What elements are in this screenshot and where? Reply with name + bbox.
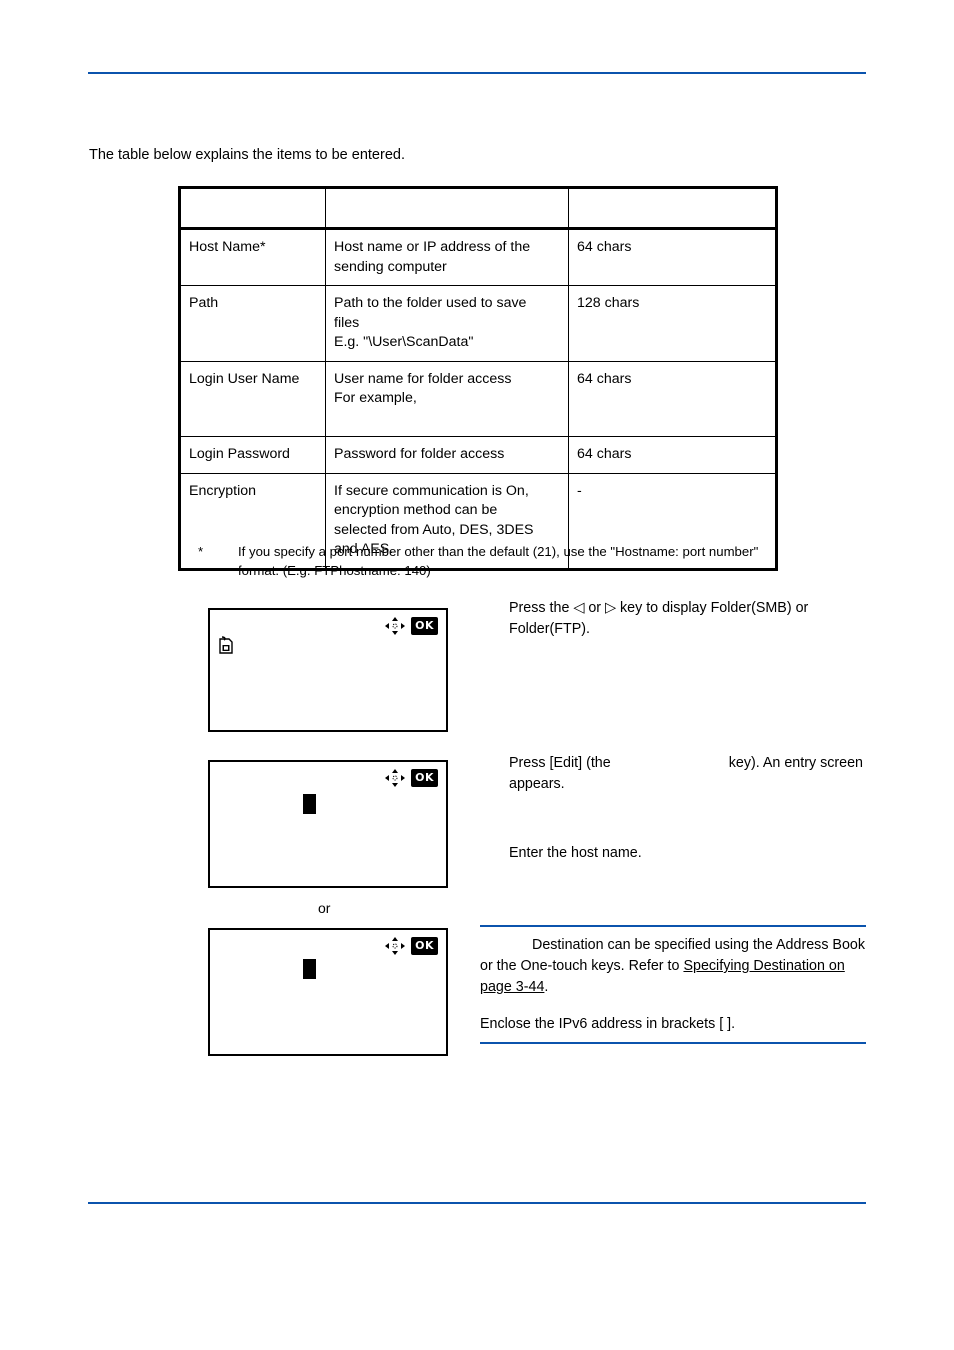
cell-item: Login User Name bbox=[178, 360, 326, 437]
note-link-suffix: . bbox=[544, 979, 549, 995]
or-separator-label: or bbox=[318, 900, 331, 916]
arrow-keys-icon bbox=[385, 769, 406, 787]
lcd-screen-1: OK bbox=[208, 608, 448, 732]
cell-detail-line: Host name or IP address of the bbox=[334, 239, 531, 255]
footnote-text: If you specify a port number other than … bbox=[238, 544, 759, 578]
text-cursor-block bbox=[303, 794, 316, 814]
table-row: Login User Name User name for folder acc… bbox=[178, 360, 778, 437]
cell-detail-line: encryption method can be bbox=[334, 502, 498, 518]
cell-detail-line: files bbox=[334, 314, 360, 331]
page-footer-rule bbox=[88, 1202, 866, 1204]
table-footnote: * If you specify a port number other tha… bbox=[198, 543, 778, 580]
lcd-screen-2: OK bbox=[208, 760, 448, 888]
cell-detail-line: For example, bbox=[334, 390, 417, 406]
cell-limit: 128 chars bbox=[568, 285, 778, 362]
ok-badge-1: OK bbox=[411, 617, 438, 635]
table-row: Path Path to the folder used to save fil… bbox=[178, 285, 778, 362]
step-2-instruction: Press [Edit] (the key). An entry screen a… bbox=[509, 753, 879, 795]
intro-paragraph: The table below explains the items to be… bbox=[89, 147, 405, 163]
note-second-text: Enclose the IPv6 address in brackets [ ]… bbox=[480, 1016, 736, 1032]
cell-detail-spacer bbox=[334, 409, 560, 429]
cell-detail-line: If secure communication is On, bbox=[334, 482, 529, 499]
lcd-indicator-group-3: OK bbox=[385, 937, 438, 955]
cell-limit: 64 chars bbox=[568, 228, 778, 286]
ok-badge-3: OK bbox=[411, 937, 438, 955]
table-header-detail bbox=[325, 186, 569, 230]
step-2-instruction-before: Press [Edit] (the bbox=[509, 755, 611, 771]
cell-detail-line: E.g. "\User\ScanData" bbox=[334, 334, 474, 350]
table-row: Login Password Password for folder acces… bbox=[178, 436, 778, 474]
cell-detail: Host name or IP address of the sending c… bbox=[325, 228, 569, 286]
entry-items-table: Host Name* Host name or IP address of th… bbox=[178, 186, 778, 571]
page-header-rule bbox=[88, 72, 866, 74]
lcd-indicator-group-1: OK bbox=[385, 617, 438, 635]
cell-limit: 64 chars bbox=[568, 436, 778, 474]
cell-detail-line: Password for folder access bbox=[334, 446, 505, 462]
folder-document-icon bbox=[219, 636, 233, 654]
step-1-instruction: Press the ◁ or ▷ key to display Folder(S… bbox=[509, 600, 809, 637]
cell-detail: User name for folder access For example, bbox=[325, 360, 569, 437]
table-header-limit bbox=[568, 186, 778, 230]
footnote-marker: * bbox=[198, 544, 204, 559]
table-header-row bbox=[178, 186, 778, 230]
cell-detail: Path to the folder used to save files E.… bbox=[325, 285, 569, 362]
ok-badge-2: OK bbox=[411, 769, 438, 787]
cell-detail-line: sending computer bbox=[334, 258, 447, 275]
table-row: Host Name* Host name or IP address of th… bbox=[178, 228, 778, 286]
cell-detail: Password for folder access bbox=[325, 436, 569, 474]
cell-detail-line: Path to the folder used to save bbox=[334, 295, 527, 311]
note-line-1: Destination can be specified using the bbox=[532, 937, 773, 953]
note-bottom-rule bbox=[480, 1042, 866, 1044]
arrow-keys-icon bbox=[385, 617, 406, 635]
cell-item: Login Password bbox=[178, 436, 326, 474]
text-cursor-block bbox=[303, 959, 316, 979]
cell-detail-line: User name for folder access bbox=[334, 370, 512, 387]
cell-limit: 64 chars bbox=[568, 360, 778, 437]
note-box: Destination can be specified using the A… bbox=[480, 925, 866, 1044]
lcd-indicator-group-2: OK bbox=[385, 769, 438, 787]
cell-item: Host Name* bbox=[178, 228, 326, 286]
cell-detail-line: selected from Auto, DES, 3DES bbox=[334, 521, 534, 538]
arrow-keys-icon bbox=[385, 937, 406, 955]
step-3-instruction: Enter the host name. bbox=[509, 845, 642, 861]
table-header-item bbox=[178, 186, 326, 230]
cell-item: Path bbox=[178, 285, 326, 362]
lcd-screen-3: OK bbox=[208, 928, 448, 1056]
note-content: Destination can be specified using the A… bbox=[480, 927, 866, 1004]
